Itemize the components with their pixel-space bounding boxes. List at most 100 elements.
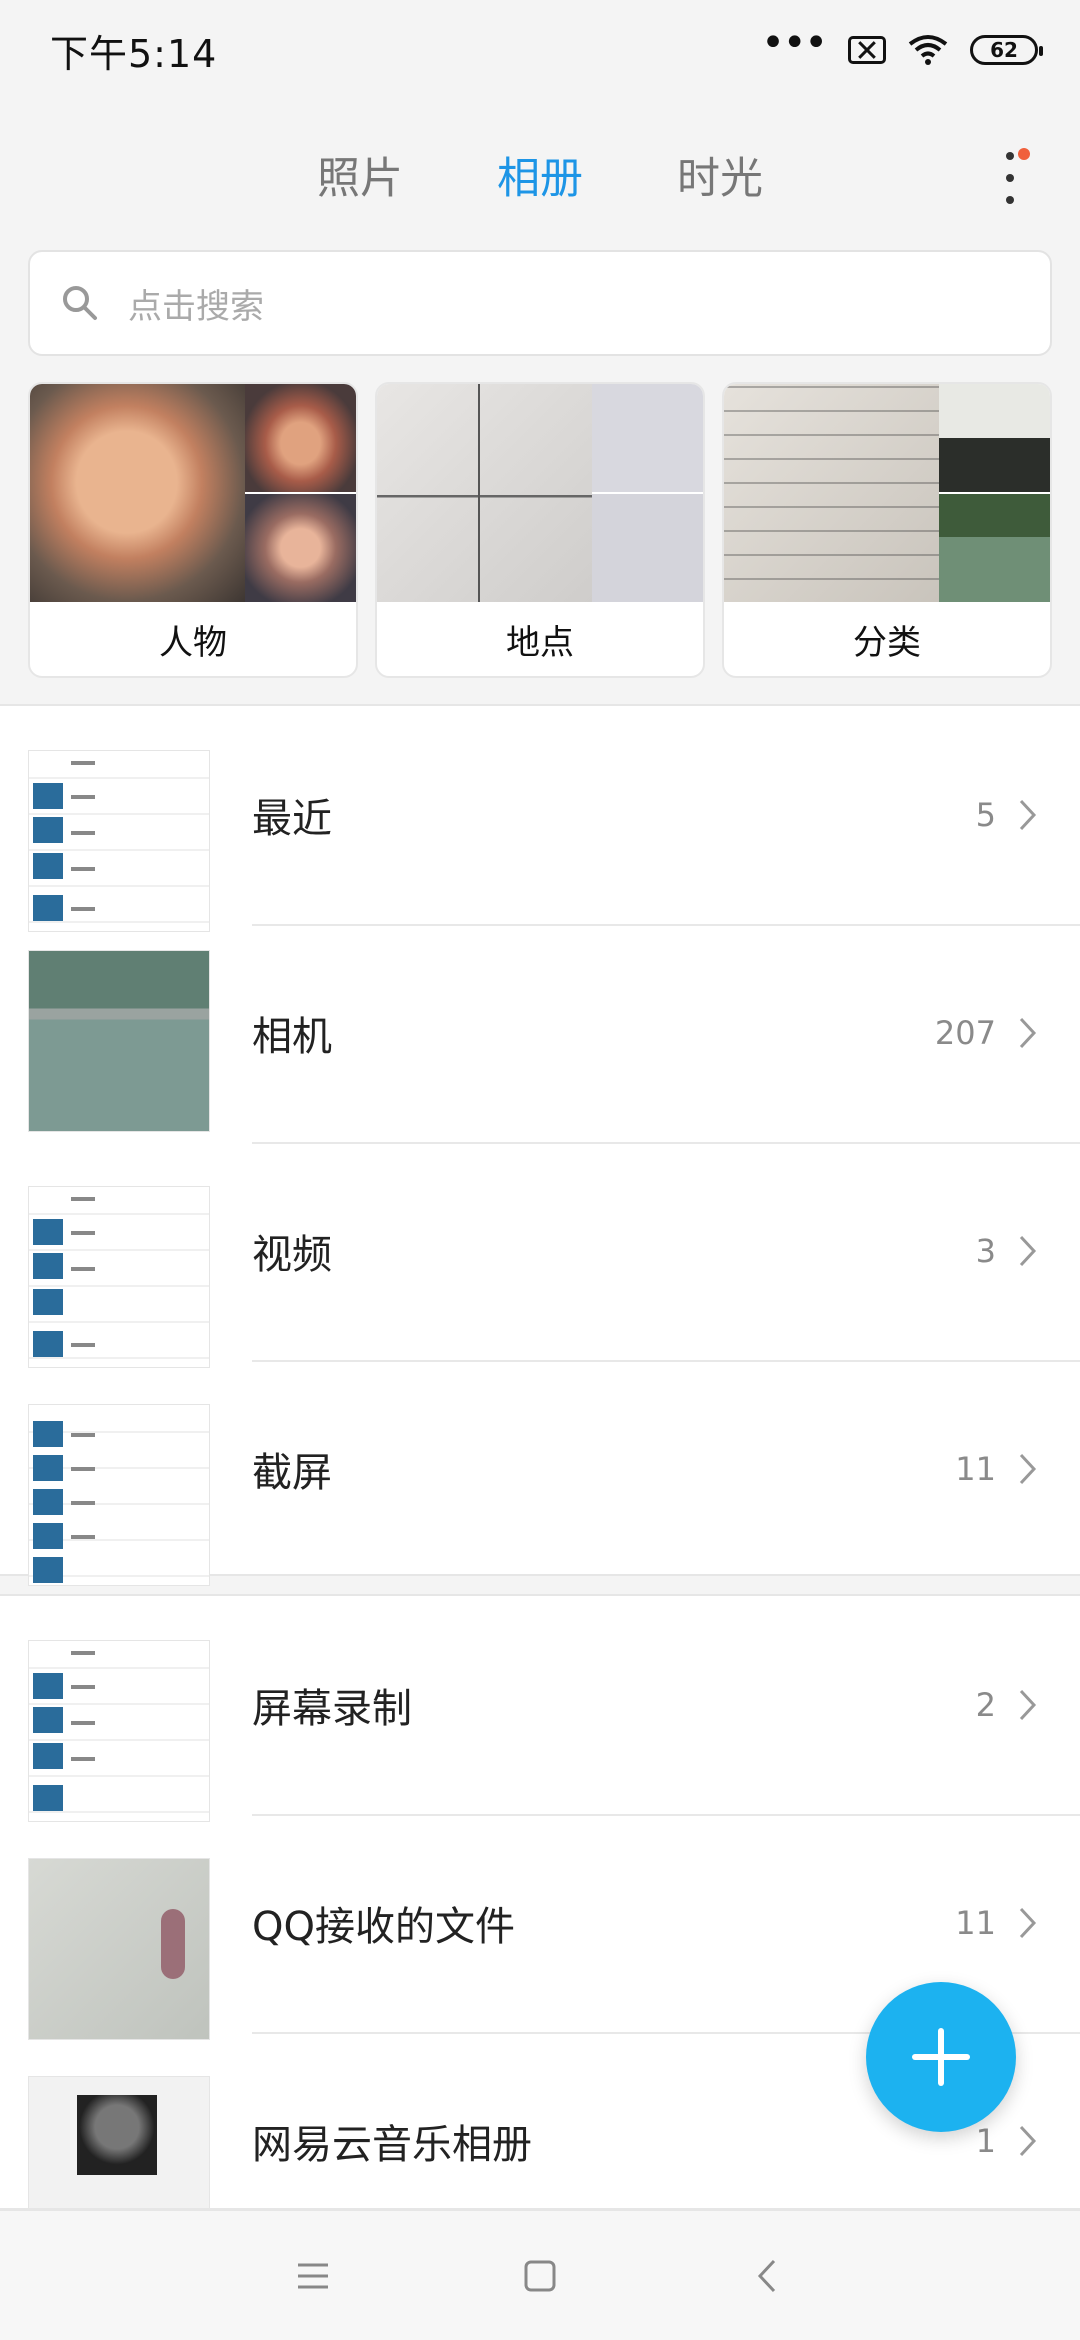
system-nav-bar — [0, 2210, 1080, 2340]
thumb-line — [71, 907, 95, 911]
tab-moments[interactable]: 时光 — [677, 144, 763, 206]
thumb-item — [33, 1455, 63, 1481]
chevron-right-icon — [1019, 799, 1037, 831]
thumb-line — [71, 1231, 95, 1235]
people-photo — [245, 384, 356, 492]
category-card-people[interactable]: 人物 — [28, 382, 358, 678]
more-options-button[interactable] — [990, 148, 1030, 208]
thumb-line — [71, 1467, 95, 1471]
category-photo — [724, 384, 940, 602]
status-time: 下午5:14 — [50, 31, 218, 76]
thumb-item — [33, 783, 63, 809]
status-bar: 下午5:14 ••• 62 — [0, 0, 1080, 100]
thumb-item — [33, 1421, 63, 1447]
tab-photos[interactable]: 照片 — [317, 144, 403, 206]
search-input[interactable]: 点击搜索 — [28, 250, 1052, 356]
album-name: QQ接收的文件 — [252, 1904, 515, 1950]
album-thumbnail — [28, 750, 210, 932]
add-album-button[interactable] — [866, 1982, 1016, 2132]
thumb-item — [33, 1523, 63, 1549]
chevron-right-icon — [1019, 1907, 1037, 1939]
thumb-line — [71, 1197, 95, 1201]
album-row-screenshots[interactable]: 截屏 11 — [0, 1360, 1080, 1586]
card-side-thumbnails — [592, 384, 703, 602]
place-photo — [592, 384, 703, 492]
music-cover-art — [77, 2095, 157, 2175]
notification-badge — [1018, 148, 1030, 160]
category-photo — [939, 384, 1050, 492]
back-icon — [757, 2259, 775, 2292]
thumb-line — [71, 1721, 95, 1725]
card-side-thumbnails — [939, 384, 1050, 602]
category-label: 人物 — [159, 622, 227, 663]
thumb-item — [33, 1673, 63, 1699]
search-icon — [63, 286, 97, 320]
thumb-tag — [161, 1909, 185, 1979]
chevron-right-icon — [1019, 1453, 1037, 1485]
card-thumbnails — [724, 384, 1050, 602]
more-dots-icon — [1006, 152, 1014, 160]
thumb-item — [33, 1557, 63, 1583]
back-button[interactable] — [737, 2246, 797, 2306]
menu-icon — [298, 2263, 329, 2288]
thumb-line — [71, 1535, 95, 1539]
category-label: 地点 — [506, 622, 574, 663]
album-row-screen-recording[interactable]: 屏幕录制 2 — [0, 1596, 1080, 1822]
card-side-thumbnails — [245, 384, 356, 602]
wifi-icon — [908, 34, 948, 66]
thumb-line — [71, 1343, 95, 1347]
album-list-primary: 最近 5 相机 207 视频 3 截屏 11 — [0, 704, 1080, 1586]
album-row-camera[interactable]: 相机 207 — [0, 924, 1080, 1142]
album-thumbnail — [28, 1858, 210, 2040]
more-dots-icon-mid — [1006, 174, 1014, 182]
album-count: 1 — [975, 2122, 996, 2160]
thumb-item — [33, 1331, 63, 1357]
place-photo — [592, 494, 703, 602]
album-count: 2 — [975, 1686, 996, 1724]
plus-icon — [912, 2028, 970, 2086]
tab-bar: 照片 相册 时光 — [0, 130, 1080, 220]
category-card-categories[interactable]: 分类 — [722, 382, 1052, 678]
status-icons: ••• 62 — [761, 23, 1043, 66]
thumb-item — [33, 1785, 63, 1811]
thumb-line — [71, 1433, 95, 1437]
chevron-right-icon — [1019, 1017, 1037, 1049]
search-placeholder: 点击搜索 — [128, 286, 264, 327]
album-thumbnail — [28, 1640, 210, 1822]
category-label: 分类 — [853, 622, 921, 663]
album-name: 网易云音乐相册 — [252, 2122, 532, 2168]
chevron-right-icon — [1019, 2125, 1037, 2157]
tab-albums[interactable]: 相册 — [497, 144, 583, 206]
no-sim-icon — [848, 36, 886, 64]
thumb-line — [71, 867, 95, 871]
thumb-item — [33, 1289, 63, 1315]
album-row-recent[interactable]: 最近 5 — [0, 706, 1080, 932]
battery-icon: 62 — [970, 35, 1043, 65]
thumb-line — [71, 831, 95, 835]
people-photo — [30, 384, 246, 602]
home-button[interactable] — [510, 2246, 570, 2306]
thumb-line — [71, 795, 95, 799]
home-icon — [524, 2260, 556, 2291]
thumb-item — [33, 1253, 63, 1279]
more-notifications-icon: ••• — [761, 20, 828, 66]
album-thumbnail — [28, 2076, 210, 2208]
thumb-item — [33, 853, 63, 879]
thumb-line — [71, 1267, 95, 1271]
thumb-line — [71, 1757, 95, 1761]
album-count: 207 — [934, 1014, 996, 1052]
thumb-line — [71, 761, 95, 765]
thumb-item — [33, 1743, 63, 1769]
album-name: 相机 — [252, 1014, 332, 1060]
album-thumbnail — [28, 1404, 210, 1586]
menu-button[interactable] — [283, 2246, 343, 2306]
album-row-videos[interactable]: 视频 3 — [0, 1142, 1080, 1368]
card-thumbnails — [377, 384, 703, 602]
thumb-item — [33, 1219, 63, 1245]
thumb-line — [71, 1685, 95, 1689]
thumb-item — [33, 817, 63, 843]
category-cards: 人物 地点 分类 — [28, 382, 1052, 678]
people-photo — [245, 494, 356, 602]
category-card-places[interactable]: 地点 — [375, 382, 705, 678]
album-name: 屏幕录制 — [252, 1686, 412, 1732]
